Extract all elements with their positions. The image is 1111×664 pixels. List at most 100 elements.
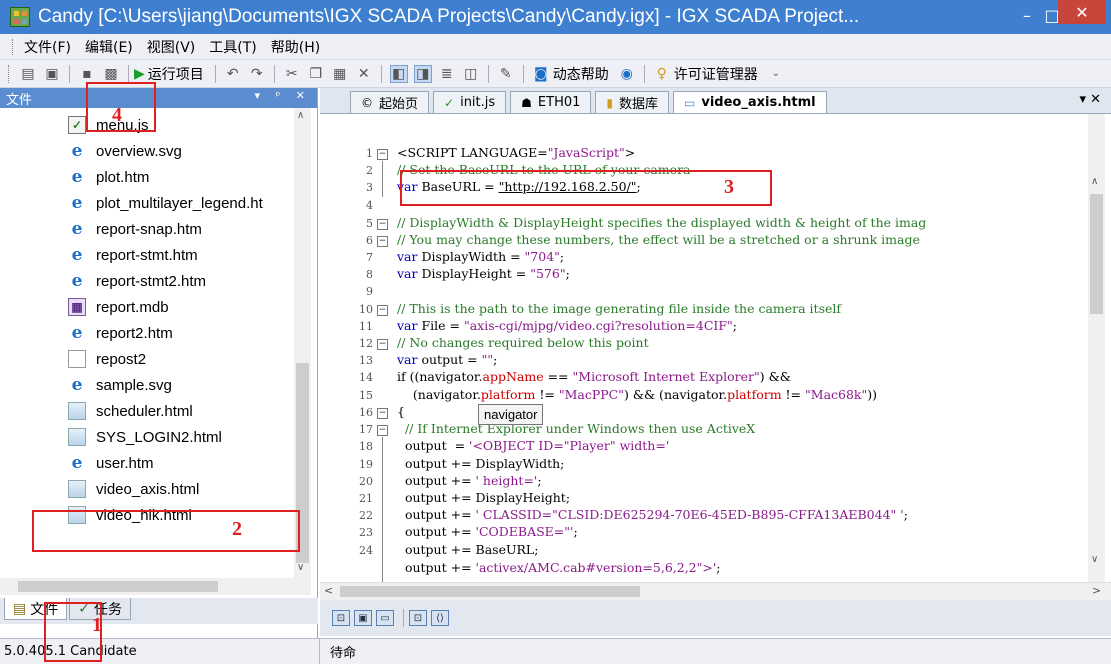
network-icon: ☗ (521, 95, 532, 110)
scroll-down-icon[interactable]: ∨ (297, 562, 304, 573)
fold-toggle[interactable]: − (377, 425, 388, 436)
menu-edit[interactable]: 编辑(E) (85, 37, 133, 57)
tab-init-js[interactable]: ✓ init.js (433, 91, 507, 113)
tab-eth01[interactable]: ☗ ETH01 (510, 91, 592, 113)
scrollbar-thumb[interactable] (18, 581, 218, 592)
scroll-up-icon[interactable]: ∧ (1091, 176, 1098, 187)
file-item[interactable]: e overview.svg (68, 138, 182, 164)
scroll-left-icon[interactable]: < (324, 584, 333, 597)
tab-controls[interactable]: ▾ ✕ (1079, 92, 1101, 107)
file-item[interactable]: e report-stmt.htm (68, 242, 198, 268)
toggle-panel-icon[interactable]: ◧ (389, 64, 408, 83)
code-line: output += 'activex/AMC.cab#version=5,6,2… (397, 560, 721, 575)
fold-toggle[interactable]: − (377, 149, 388, 160)
line-number: 7 (366, 251, 373, 264)
line-number-gutter: 1 2 3 4 5 6 7 8 9 10 11 12 13 14 15 16 1… (320, 114, 390, 582)
html-file-icon (68, 402, 86, 420)
source-view-icon[interactable]: ⊡ (332, 610, 350, 626)
line-number: 8 (366, 268, 373, 281)
tab-database[interactable]: ▮ 数据库 (595, 91, 670, 113)
paste-icon[interactable]: ▦ (331, 65, 349, 83)
file-item[interactable]: e report2.htm (68, 320, 173, 346)
line-number: 12 (359, 337, 373, 350)
menu-tools[interactable]: 工具(T) (209, 37, 256, 57)
file-item[interactable]: e report-snap.htm (68, 216, 202, 242)
line-number: 24 (359, 544, 373, 557)
scrollbar-thumb[interactable] (340, 586, 640, 597)
fold-toggle[interactable]: − (377, 339, 388, 350)
file-item[interactable]: repost2 (68, 346, 146, 372)
scroll-down-icon[interactable]: ∨ (1091, 554, 1098, 565)
code-line: // No changes required below this point (397, 335, 649, 350)
fold-toggle[interactable]: − (377, 305, 388, 316)
design-view-icon[interactable]: ▣ (354, 610, 372, 626)
code-view-icon[interactable]: ⟨⟩ (431, 610, 449, 626)
copy-icon[interactable]: ❐ (307, 65, 325, 83)
toolbar-separator (487, 64, 489, 83)
toolbar-grip (8, 64, 12, 83)
fold-toggle[interactable]: − (377, 236, 388, 247)
file-name: report-stmt.htm (96, 246, 198, 264)
about-icon[interactable]: ◉ (618, 65, 636, 83)
tab-label: 数据库 (619, 97, 659, 112)
tool-pin-icon[interactable]: ✎ (497, 65, 515, 83)
file-item[interactable]: e plot.htm (68, 164, 150, 190)
redo-icon[interactable]: ↷ (248, 65, 266, 83)
menu-view[interactable]: 视图(V) (147, 37, 196, 57)
file-tree-horizontal-scrollbar[interactable] (0, 578, 311, 595)
toggle-editor-icon[interactable]: ◨ (413, 64, 432, 83)
menu-file[interactable]: 文件(F) (24, 37, 71, 57)
panel-header-buttons[interactable]: ▾ ᵖ ✕ (255, 89, 311, 102)
code-line: var DisplayHeight = "576"; (397, 266, 570, 281)
cut-icon[interactable]: ✂ (283, 65, 301, 83)
mdb-file-icon: ▦ (68, 298, 86, 316)
code-line: // DisplayWidth & DisplayHeight specifie… (397, 215, 927, 230)
toolbar-overflow-icon[interactable]: ⌄ (767, 65, 785, 83)
save-icon[interactable]: ▪ (78, 65, 96, 83)
file-item[interactable]: e report-stmt2.htm (68, 268, 206, 294)
scroll-up-icon[interactable]: ∧ (297, 110, 304, 121)
toolbar-separator (214, 64, 216, 83)
file-item[interactable]: e plot_multilayer_legend.ht (68, 190, 263, 216)
tab-label: init.js (460, 95, 496, 110)
delete-icon[interactable]: ✕ (355, 65, 373, 83)
license-manager-button[interactable]: 许可证管理器 (674, 64, 758, 84)
fold-toggle[interactable]: − (377, 219, 388, 230)
editor-vertical-scrollbar[interactable]: ∧ ∨ (1088, 114, 1105, 582)
run-project-button[interactable]: 运行项目 (148, 64, 204, 84)
scrollbar-thumb[interactable] (1090, 194, 1103, 314)
file-item[interactable]: scheduler.html (68, 398, 193, 424)
editor-horizontal-scrollbar[interactable]: < > (320, 582, 1111, 600)
open-project-icon[interactable]: ▣ (43, 65, 61, 83)
properties-icon[interactable]: ◫ (462, 65, 480, 83)
split-view-icon[interactable]: ▭ (376, 610, 394, 626)
tab-start-page[interactable]: © 起始页 (350, 91, 430, 113)
file-tree-vertical-scrollbar[interactable]: ∧ ∨ (294, 108, 311, 578)
preview-view-icon[interactable]: ⊡ (409, 610, 427, 626)
new-project-icon[interactable]: ▤ (19, 65, 37, 83)
view-separator (403, 609, 404, 627)
annotation-number-2: 2 (232, 518, 242, 540)
line-number: 10 (359, 303, 373, 316)
file-item[interactable]: SYS_LOGIN2.html (68, 424, 222, 450)
fold-toggle[interactable]: − (377, 408, 388, 419)
scroll-right-icon[interactable]: > (1092, 584, 1101, 597)
undo-icon[interactable]: ↶ (224, 65, 242, 83)
file-name: overview.svg (96, 142, 182, 160)
save-all-icon[interactable]: ▩ (102, 65, 120, 83)
ie-file-icon: e (71, 375, 83, 395)
code-line: // If Internet Explorer under Windows th… (397, 421, 756, 436)
file-item[interactable]: ▦ report.mdb (68, 294, 169, 320)
tab-video-axis[interactable]: ▭ video_axis.html (673, 91, 827, 113)
dynamic-help-button[interactable]: 动态帮助 (553, 64, 609, 84)
ie-file-icon: e (71, 245, 83, 265)
file-item[interactable]: e sample.svg (68, 372, 172, 398)
file-item[interactable]: video_axis.html (68, 476, 199, 502)
fold-line (382, 161, 383, 197)
close-button[interactable]: ✕ (1058, 0, 1106, 24)
file-item[interactable]: e user.htm (68, 450, 154, 476)
list-view-icon[interactable]: ≣ (438, 65, 456, 83)
menu-help[interactable]: 帮助(H) (271, 37, 320, 57)
line-number: 15 (359, 389, 373, 402)
file-panel: 文件 ▾ ᵖ ✕ ✓ menu.js e overview.svg e plot.ht… (0, 88, 318, 638)
